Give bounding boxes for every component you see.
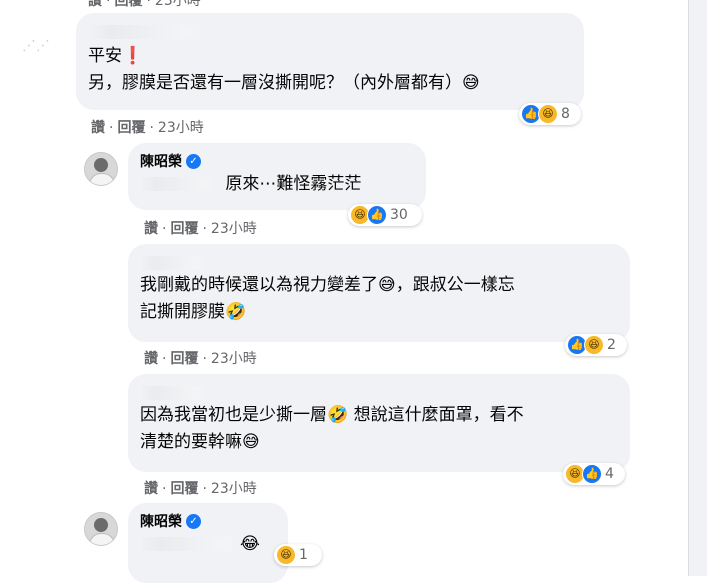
avatar[interactable] (84, 152, 118, 186)
reply-actions: 讚 · 回覆 · 23小時 (144, 478, 257, 498)
reply-link[interactable]: 回覆 (117, 120, 145, 136)
reply-actions: 讚 · 回覆 · 23小時 (144, 348, 257, 368)
like-icon: 👍 (367, 205, 387, 225)
separator: · (162, 351, 167, 367)
redacted-mention (140, 177, 220, 191)
reply-link[interactable]: 回覆 (170, 481, 198, 497)
like-icon: 👍 (582, 464, 602, 484)
reply-actions: 讚 · 回覆 · 23小時 (144, 218, 257, 238)
reply-link[interactable]: 回覆 (170, 351, 198, 367)
comment-actions: 讚 · 回覆 · 23小時 (91, 117, 204, 137)
author-name-redacted (140, 382, 618, 402)
haha-icon: 😆 (276, 545, 296, 565)
haha-icon: 😆 (584, 335, 604, 355)
reaction-count: 4 (605, 466, 614, 482)
comment-actions-top: 讚 · 回覆 · 23小時 (88, 0, 201, 10)
author-label[interactable]: 陳昭榮 (140, 151, 182, 171)
like-link[interactable]: 讚 (144, 351, 158, 367)
separator: · (146, 0, 151, 9)
reaction-summary[interactable]: 😆 1 (274, 544, 322, 566)
comment-text-line-1: 平安❗ (88, 46, 144, 66)
author-name-redacted (140, 252, 618, 272)
reply-text: 😂 (240, 534, 260, 554)
reply-bubble: 因為我當初也是少撕一層🤣 想說這什麼面罩，看不 清楚的要幹嘛😅 (128, 374, 630, 472)
reaction-count: 1 (299, 547, 308, 563)
redacted-mention (140, 537, 240, 551)
faint-mark: ⋰⋰ (22, 38, 50, 54)
separator: · (149, 120, 154, 136)
reaction-count: 8 (561, 106, 570, 122)
reaction-summary[interactable]: 😆 👍 30 (348, 204, 422, 226)
comment-bubble: 平安❗ 另，膠膜是否還有一層沒撕開呢？（內外層都有）😅 (76, 13, 584, 110)
reply-text-line-1: 我剛戴的時候還以為視力變差了😅，跟叔公一樣忘 (140, 275, 515, 295)
comment-text-line-2: 另，膠膜是否還有一層沒撕開呢？（內外層都有）😅 (88, 73, 480, 93)
reply-link[interactable]: 回覆 (114, 0, 142, 9)
separator: · (162, 221, 167, 237)
like-link[interactable]: 讚 (144, 221, 158, 237)
reaction-summary[interactable]: 👍 😆 8 (519, 103, 581, 125)
reply-text-line-1: 因為我當初也是少撕一層🤣 想說這什麼面罩，看不 (140, 405, 524, 425)
haha-icon: 😆 (538, 104, 558, 124)
separator: · (202, 481, 207, 497)
verified-badge-icon: ✓ (186, 513, 201, 529)
author-name-redacted (88, 21, 572, 43)
timestamp[interactable]: 23小時 (211, 481, 257, 497)
reply-bubble: 陳昭榮 ✓ 😂 (128, 503, 288, 583)
timestamp[interactable]: 23小時 (158, 120, 204, 136)
scroll-rail[interactable] (689, 0, 707, 576)
avatar[interactable] (84, 512, 118, 546)
like-link[interactable]: 讚 (91, 120, 105, 136)
separator: · (202, 221, 207, 237)
separator: · (109, 120, 114, 136)
author-name[interactable]: 陳昭榮 ✓ (140, 511, 276, 531)
verified-badge-icon: ✓ (186, 153, 201, 169)
reaction-count: 2 (607, 337, 616, 353)
reaction-summary[interactable]: 👍 😆 2 (565, 334, 627, 356)
reply-text-line-2: 記撕開膠膜🤣 (140, 302, 247, 322)
separator: · (106, 0, 111, 9)
timestamp[interactable]: 23小時 (211, 351, 257, 367)
reaction-count: 30 (390, 207, 408, 223)
author-name[interactable]: 陳昭榮 ✓ (140, 151, 414, 171)
timestamp[interactable]: 23小時 (155, 0, 201, 9)
separator: · (162, 481, 167, 497)
reply-text: 原來⋯難怪霧茫茫 (225, 174, 362, 194)
reaction-summary[interactable]: 😆 👍 4 (563, 463, 625, 485)
separator: · (202, 351, 207, 367)
reply-link[interactable]: 回覆 (170, 221, 198, 237)
like-link[interactable]: 讚 (88, 0, 102, 9)
reply-text-line-2: 清楚的要幹嘛😅 (140, 432, 260, 452)
author-label[interactable]: 陳昭榮 (140, 511, 182, 531)
reply-bubble: 陳昭榮 ✓ 原來⋯難怪霧茫茫 (128, 143, 426, 210)
like-link[interactable]: 讚 (144, 481, 158, 497)
reply-bubble: 我剛戴的時候還以為視力變差了😅，跟叔公一樣忘 記撕開膠膜🤣 (128, 244, 630, 342)
timestamp[interactable]: 23小時 (211, 221, 257, 237)
